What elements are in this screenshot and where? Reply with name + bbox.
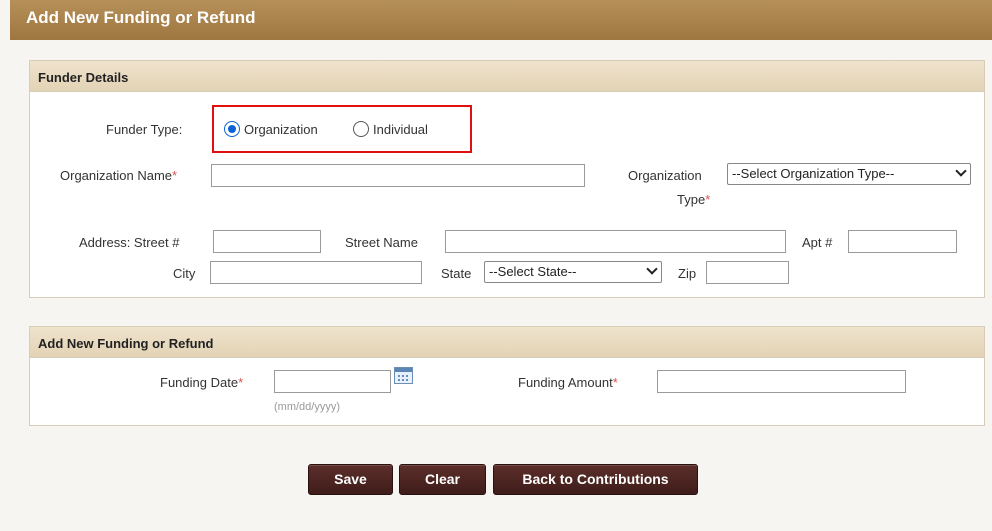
funding-date-label: Funding Date*	[160, 375, 243, 390]
street-name-input[interactable]	[445, 230, 786, 253]
funder-type-organization-label[interactable]: Organization	[244, 122, 318, 137]
apt-label: Apt #	[802, 235, 833, 250]
zip-label: Zip	[678, 266, 697, 281]
calendar-icon-grid	[397, 374, 410, 381]
save-button[interactable]: Save	[308, 464, 393, 495]
funder-type-individual-radio[interactable]	[353, 121, 369, 137]
org-name-label-text: Organization Name	[60, 168, 172, 183]
required-marker: *	[705, 192, 711, 207]
clear-button[interactable]: Clear	[399, 464, 486, 495]
back-to-contributions-button[interactable]: Back to Contributions	[493, 464, 698, 495]
org-name-input[interactable]	[211, 164, 585, 187]
required-marker: *	[172, 168, 178, 183]
chevron-down-icon	[646, 263, 658, 275]
funding-amount-input[interactable]	[657, 370, 906, 393]
funding-amount-label: Funding Amount*	[518, 375, 618, 390]
zip-input[interactable]	[706, 261, 789, 284]
state-label: State	[441, 266, 472, 281]
funder-type-label: Funder Type:	[106, 122, 183, 137]
funding-date-label-text: Funding Date	[160, 375, 239, 390]
funding-date-input[interactable]	[274, 370, 391, 393]
apt-input[interactable]	[848, 230, 957, 253]
funder-type-individual-label[interactable]: Individual	[373, 122, 428, 137]
org-type-label-line2-text: Type	[677, 192, 706, 207]
city-input[interactable]	[210, 261, 422, 284]
city-label: City	[173, 266, 196, 281]
org-name-label: Organization Name*	[60, 168, 177, 183]
street-num-label: Address: Street #	[79, 235, 180, 250]
required-marker: *	[238, 375, 244, 390]
page-title: Add New Funding or Refund	[26, 8, 256, 27]
funding-amount-label-text: Funding Amount	[518, 375, 613, 390]
funder-type-organization-radio[interactable]	[224, 121, 240, 137]
street-num-input[interactable]	[213, 230, 321, 253]
funding-header: Add New Funding or Refund	[30, 327, 984, 358]
calendar-icon[interactable]	[394, 367, 413, 384]
funder-details-header: Funder Details	[30, 61, 984, 92]
org-type-label-line2: Type*	[677, 192, 710, 207]
chevron-down-icon	[955, 165, 967, 177]
state-selected-value: --Select State--	[489, 264, 577, 279]
street-name-label: Street Name	[345, 235, 418, 250]
state-select[interactable]: --Select State--	[484, 261, 662, 283]
page-title-bar: Add New Funding or Refund	[10, 0, 992, 40]
required-marker: *	[612, 375, 618, 390]
org-type-select[interactable]: --Select Organization Type--	[727, 163, 971, 185]
funding-date-hint: (mm/dd/yyyy)	[274, 401, 340, 413]
org-type-selected-value: --Select Organization Type--	[732, 166, 895, 181]
org-type-label: Organization	[628, 168, 702, 183]
